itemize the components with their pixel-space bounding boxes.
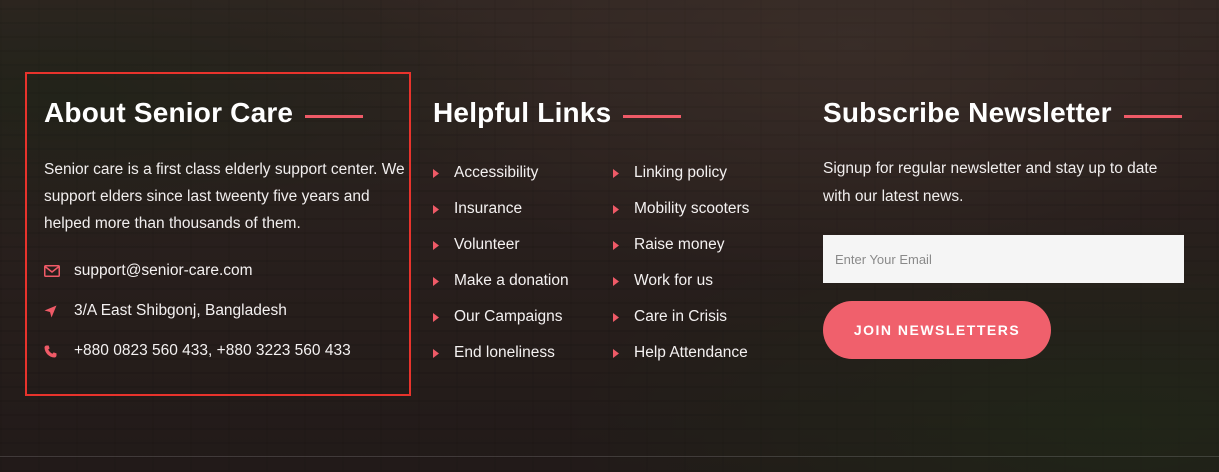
- caret-right-icon: [433, 348, 454, 358]
- link-make-a-donation[interactable]: Make a donation: [433, 263, 613, 299]
- about-title: About Senior Care: [44, 97, 294, 128]
- contact-address: 3/A East Shibgonj, Bangladesh: [44, 291, 414, 331]
- link-label[interactable]: Work for us: [634, 272, 713, 290]
- contact-email[interactable]: support@senior-care.com: [44, 251, 414, 291]
- caret-right-icon: [433, 276, 454, 286]
- caret-right-icon: [433, 240, 454, 250]
- join-newsletters-button[interactable]: JOIN NEWSLETTERS: [823, 301, 1051, 359]
- caret-right-icon: [433, 204, 454, 214]
- link-accessibility[interactable]: Accessibility: [433, 155, 613, 191]
- link-label[interactable]: Raise money: [634, 236, 724, 254]
- link-care-in-crisis[interactable]: Care in Crisis: [613, 299, 793, 335]
- links-grid: Accessibility Insurance Volunteer Make a…: [433, 155, 793, 371]
- link-mobility-scooters[interactable]: Mobility scooters: [613, 191, 793, 227]
- link-label[interactable]: Accessibility: [454, 164, 538, 182]
- contact-phone[interactable]: +880 0823 560 433, +880 3223 560 433: [44, 331, 414, 371]
- newsletter-heading: Subscribe Newsletter: [823, 96, 1193, 130]
- newsletter-description: Signup for regular newsletter and stay u…: [823, 160, 1158, 205]
- links-heading: Helpful Links: [433, 96, 793, 130]
- heading-underline: [623, 114, 682, 118]
- caret-right-icon: [613, 312, 634, 322]
- link-our-campaigns[interactable]: Our Campaigns: [433, 299, 613, 335]
- link-volunteer[interactable]: Volunteer: [433, 227, 613, 263]
- contact-phone-text[interactable]: +880 0823 560 433, +880 3223 560 433: [74, 342, 351, 360]
- heading-underline: [305, 114, 364, 118]
- link-linking-policy[interactable]: Linking policy: [613, 155, 793, 191]
- link-label[interactable]: Make a donation: [454, 272, 569, 290]
- email-input[interactable]: [823, 235, 1184, 283]
- about-description: Senior care is a first class elderly sup…: [44, 161, 405, 232]
- caret-right-icon: [433, 312, 454, 322]
- link-end-loneliness[interactable]: End loneliness: [433, 335, 613, 371]
- links-column-left: Accessibility Insurance Volunteer Make a…: [433, 155, 613, 371]
- envelope-icon: [44, 265, 74, 277]
- caret-right-icon: [613, 168, 634, 178]
- link-label[interactable]: Linking policy: [634, 164, 727, 182]
- link-label[interactable]: Volunteer: [454, 236, 520, 254]
- link-help-attendance[interactable]: Help Attendance: [613, 335, 793, 371]
- link-label[interactable]: Help Attendance: [634, 344, 748, 362]
- link-label[interactable]: Care in Crisis: [634, 308, 727, 326]
- link-label[interactable]: Mobility scooters: [634, 200, 749, 218]
- footer: About Senior Care Senior care is a first…: [0, 0, 1219, 472]
- caret-right-icon: [433, 168, 454, 178]
- phone-icon: [44, 345, 74, 358]
- link-label[interactable]: Our Campaigns: [454, 308, 563, 326]
- caret-right-icon: [613, 276, 634, 286]
- caret-right-icon: [613, 348, 634, 358]
- link-raise-money[interactable]: Raise money: [613, 227, 793, 263]
- helpful-links-section: Helpful Links Accessibility Insurance Vo…: [433, 96, 793, 371]
- links-column-right: Linking policy Mobility scooters Raise m…: [613, 155, 793, 371]
- about-heading: About Senior Care: [44, 96, 414, 130]
- link-work-for-us[interactable]: Work for us: [613, 263, 793, 299]
- about-section: About Senior Care Senior care is a first…: [44, 96, 414, 371]
- caret-right-icon: [613, 204, 634, 214]
- link-label[interactable]: Insurance: [454, 200, 522, 218]
- link-insurance[interactable]: Insurance: [433, 191, 613, 227]
- newsletter-section: Subscribe Newsletter Signup for regular …: [823, 96, 1193, 359]
- caret-right-icon: [613, 240, 634, 250]
- link-label[interactable]: End loneliness: [454, 344, 555, 362]
- links-title: Helpful Links: [433, 97, 612, 128]
- contact-address-text: 3/A East Shibgonj, Bangladesh: [74, 302, 287, 319]
- heading-underline: [1123, 114, 1182, 118]
- contact-list: support@senior-care.com 3/A East Shibgon…: [44, 251, 414, 371]
- newsletter-title: Subscribe Newsletter: [823, 97, 1112, 128]
- location-arrow-icon: [44, 305, 74, 318]
- contact-email-text[interactable]: support@senior-care.com: [74, 262, 253, 280]
